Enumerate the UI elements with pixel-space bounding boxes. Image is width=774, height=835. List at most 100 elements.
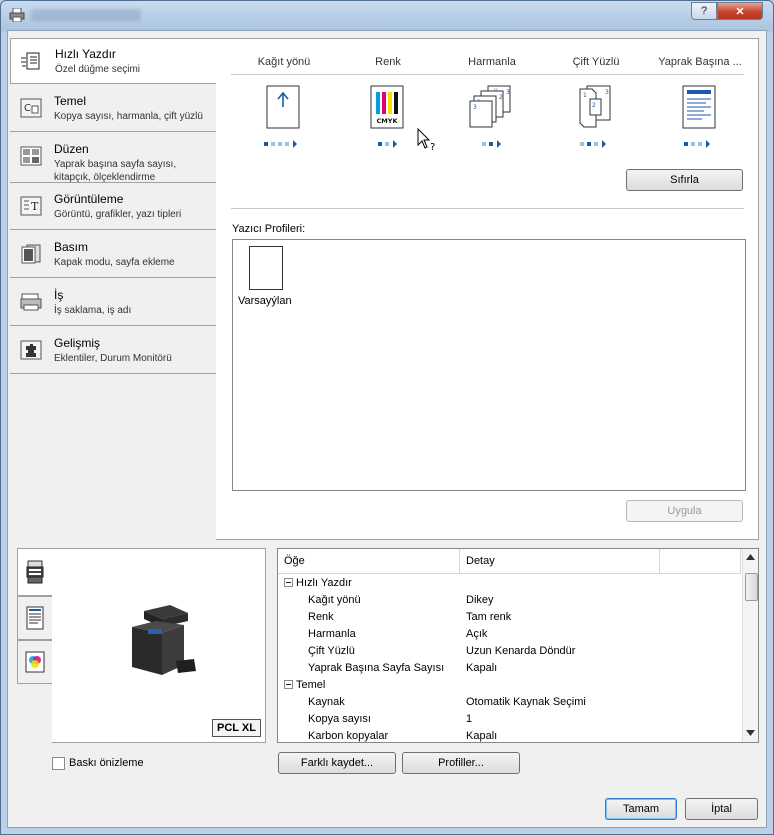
default-profile-icon[interactable] <box>249 246 283 290</box>
help-button[interactable]: ? <box>691 2 717 20</box>
tree-row-value: 1 <box>466 713 473 725</box>
tree-row-key: Harmanla <box>308 628 356 640</box>
tree-row[interactable]: Yaprak Başına Sayfa Sayısı Kapalı <box>278 660 741 677</box>
column-header-duplex: Çift Yüzlü <box>572 56 620 68</box>
sidebar-item-layout[interactable]: Düzen Yaprak başına sayfa sayısı, kitapç… <box>10 134 217 183</box>
sidebar-item-job[interactable]: İş İş saklama, iş adı <box>10 280 217 326</box>
svg-text:3: 3 <box>605 89 609 96</box>
header-divider <box>231 74 744 75</box>
sidebar-item-quick-print[interactable]: Hızlı Yazdır Özel düğme seçimi <box>10 38 218 84</box>
quick-print-panel: Kağıt yönü Renk Harmanla Çift Yüzlü Yapr… <box>216 38 759 540</box>
tree-row-value: Tam renk <box>466 611 512 623</box>
print-preview-checkbox[interactable] <box>52 757 65 770</box>
svg-text:1: 1 <box>583 92 587 99</box>
nav-subtitle: Görüntü, grafikler, yazı tipleri <box>54 209 182 220</box>
tree-row-value: Uzun Kenarda Döndür <box>466 645 576 657</box>
column-header-orientation: Kağıt yönü <box>257 56 311 68</box>
quick-print-icon <box>21 52 40 70</box>
title-bar[interactable]: ? ✕ <box>1 1 773 31</box>
svg-text:T: T <box>31 200 39 213</box>
pages-per-sheet-icon[interactable] <box>682 85 716 129</box>
tree-row-value: Kapalı <box>466 730 498 742</box>
collapse-icon[interactable] <box>284 578 293 587</box>
pages-per-sheet-option-indicator[interactable] <box>684 139 720 149</box>
default-profile-label[interactable]: Varsayýlan <box>238 295 292 307</box>
tree-row-value: Otomatik Kaynak Seçimi <box>466 696 586 708</box>
printer-icon <box>9 8 25 22</box>
tree-scrollbar[interactable] <box>742 549 758 742</box>
nav-subtitle: Kapak modu, sayfa ekleme <box>54 257 175 268</box>
cancel-button[interactable]: İptal <box>685 798 758 820</box>
printer-profiles-list[interactable]: Varsayýlan <box>232 239 746 491</box>
column-header-item[interactable]: Öğe <box>278 549 460 573</box>
tab-device-preview[interactable] <box>17 548 52 596</box>
tree-row[interactable]: Kopya sayısı 1 <box>278 711 741 728</box>
tree-row[interactable]: Çift Yüzlü Uzun Kenarda Döndür <box>278 643 741 660</box>
nav-subtitle: Kopya sayısı, harmanla, çift yüzlü <box>54 111 203 122</box>
nav-title: Hızlı Yazdır <box>55 47 116 61</box>
tab-color-preview[interactable] <box>17 640 52 684</box>
orientation-option-indicator[interactable] <box>264 139 304 149</box>
tree-row[interactable]: Renk Tam renk <box>278 609 741 626</box>
scroll-up-icon[interactable] <box>746 554 755 560</box>
color-option-indicator[interactable] <box>378 139 408 149</box>
nav-title: Temel <box>54 94 87 108</box>
pdl-badge: PCL XL <box>212 719 261 737</box>
svg-text:3: 3 <box>506 89 510 96</box>
apply-button[interactable]: Uygula <box>626 500 743 522</box>
close-button[interactable]: ✕ <box>717 2 763 20</box>
nav-title: Gelişmiş <box>54 336 101 350</box>
help-cursor-icon: ? <box>417 128 435 152</box>
sidebar-item-publishing[interactable]: Basım Kapak modu, sayfa ekleme <box>10 232 217 278</box>
sidebar-item-imaging[interactable]: T Görüntüleme Görüntü, grafikler, yazı t… <box>10 184 217 230</box>
nav-subtitle: Özel düğme seçimi <box>55 64 141 75</box>
print-preview-label[interactable]: Baskı önizleme <box>69 757 144 769</box>
svg-text:2: 2 <box>499 94 503 101</box>
layout-icon <box>20 146 42 166</box>
settings-summary-tree[interactable]: Öğe Detay Hızlı Yazdır Kağıt yönü Dikey … <box>277 548 759 743</box>
column-header-detail[interactable]: Detay <box>460 549 660 573</box>
duplex-icon[interactable]: 3 1 2 <box>578 85 612 129</box>
tree-row-key: Kopya sayısı <box>308 713 371 725</box>
sidebar-item-advanced[interactable]: Gelişmiş Eklentiler, Durum Monitörü <box>10 328 217 374</box>
tree-group-row[interactable]: Temel <box>278 677 741 694</box>
page-layout-icon <box>26 606 44 630</box>
sidebar-item-basic[interactable]: C Temel Kopya sayısı, harmanla, çift yüz… <box>10 86 217 132</box>
reset-button[interactable]: Sıfırla <box>626 169 743 191</box>
tree-row[interactable]: Kağıt yönü Dikey <box>278 592 741 609</box>
svg-text:2: 2 <box>592 102 596 109</box>
collate-icon[interactable]: 3 2 1 3 <box>468 85 516 129</box>
tree-row[interactable]: Harmanla Açık <box>278 626 741 643</box>
svg-text:?: ? <box>430 142 435 152</box>
orientation-icon[interactable] <box>266 85 300 129</box>
nav-title: Düzen <box>54 142 89 156</box>
collate-option-indicator[interactable] <box>482 139 512 149</box>
tree-row-key: Kağıt yönü <box>308 594 361 606</box>
tree-row-key: Kaynak <box>308 696 345 708</box>
tree-group-label: Temel <box>296 679 326 691</box>
color-cmyk-icon[interactable]: CMYK <box>370 85 404 129</box>
column-header-collate: Harmanla <box>468 56 516 68</box>
nav-title: İş <box>54 288 64 302</box>
tree-row[interactable]: Kaynak Otomatik Kaynak Seçimi <box>278 694 741 711</box>
ok-button[interactable]: Tamam <box>605 798 677 820</box>
save-as-button[interactable]: Farklı kaydet... <box>278 752 396 774</box>
profiles-button[interactable]: Profiller... <box>402 752 520 774</box>
printer-device-icon <box>26 560 44 584</box>
duplex-option-indicator[interactable] <box>580 139 616 149</box>
color-circles-icon <box>25 651 45 673</box>
collapse-icon[interactable] <box>284 680 293 689</box>
tree-group-row[interactable]: Hızlı Yazdır <box>278 575 741 592</box>
tree-row[interactable]: Karbon kopyalar Kapalı <box>278 728 741 742</box>
tab-page-preview[interactable] <box>17 596 52 640</box>
advanced-icon <box>20 340 42 360</box>
scroll-down-icon[interactable] <box>746 730 755 736</box>
tree-row-value: Açık <box>466 628 488 640</box>
tree-row-key: Karbon kopyalar <box>308 730 389 742</box>
column-header-color: Renk <box>375 56 401 68</box>
cmyk-text: CMYK <box>377 117 399 125</box>
column-header-empty <box>660 549 741 573</box>
nav-subtitle: Yaprak başına sayfa sayısı, kitapçık, öl… <box>54 159 177 183</box>
scroll-thumb[interactable] <box>745 573 758 601</box>
svg-text:C: C <box>24 103 31 114</box>
